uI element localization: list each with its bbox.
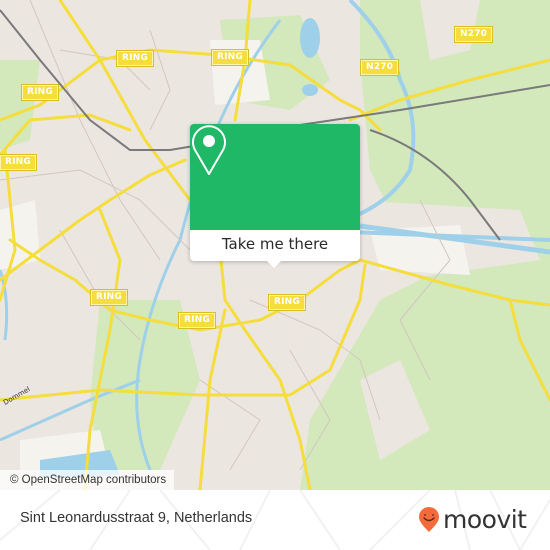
- moovit-logo[interactable]: moovit: [418, 506, 527, 534]
- moovit-pin-icon: [419, 507, 439, 532]
- footer: Sint Leonardusstraat 9, Netherlands moov…: [0, 490, 550, 550]
- road-label-ring: RING: [90, 289, 128, 306]
- road-label-n270: N270: [453, 26, 494, 43]
- road-label-ring: RING: [178, 312, 216, 329]
- road-label-ring: RING: [211, 49, 249, 66]
- popup-pointer: [266, 260, 282, 268]
- take-me-there-button[interactable]: Take me there: [190, 230, 360, 261]
- road-label-ring: RING: [0, 154, 37, 171]
- road-label-ring: RING: [116, 50, 154, 67]
- road-label-ring: RING: [268, 294, 306, 311]
- road-label-ring: RING: [21, 84, 59, 101]
- road-label-n270: N270: [359, 59, 400, 76]
- moovit-wordmark: moovit: [443, 505, 527, 534]
- address-text: Sint Leonardusstraat 9, Netherlands: [20, 510, 253, 526]
- popup-header: [190, 124, 360, 230]
- location-popup: Take me there: [190, 124, 360, 268]
- map-attribution[interactable]: © OpenStreetMap contributors: [0, 470, 175, 490]
- location-pin-icon: [192, 125, 226, 175]
- map[interactable]: RING RING RING RING RING RING RING RING …: [0, 0, 550, 490]
